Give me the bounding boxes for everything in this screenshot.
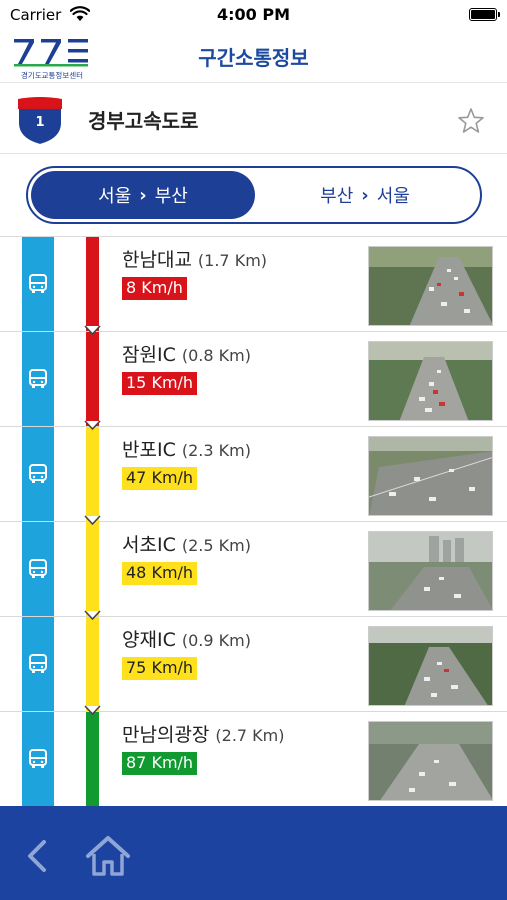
chevron-down-icon (84, 705, 101, 716)
favorite-star-icon[interactable] (457, 107, 485, 135)
chevron-down-icon (84, 610, 101, 621)
cctv-thumbnail[interactable] (368, 341, 493, 421)
cctv-image (369, 532, 492, 610)
congestion-segment (86, 427, 99, 522)
clock: 4:00 PM (216, 5, 290, 24)
cctv-image (369, 722, 492, 800)
section-distance: (2.7 Km) (215, 726, 285, 745)
direction-from: 부산 (320, 186, 354, 207)
chevron-right-icon: › (361, 184, 369, 206)
speed-badge: 87 Km/h (122, 752, 198, 775)
section-row[interactable]: 반포IC (2.3 Km) 47 Km/h (0, 426, 507, 522)
direction-to: 서울 (376, 186, 410, 207)
section-name: 만남의광장 (122, 724, 210, 746)
route-name: 경부고속도로 (88, 109, 199, 133)
route-header: 1 경부고속도로 (0, 82, 507, 154)
cctv-image (369, 627, 492, 705)
section-name: 반포IC (122, 439, 176, 461)
congestion-segment (86, 617, 99, 712)
page-title: 구간소통정보 (198, 46, 309, 70)
section-distance: (2.3 Km) (181, 441, 251, 460)
chevron-down-icon (84, 325, 101, 336)
cctv-thumbnail[interactable] (368, 531, 493, 611)
direction-seoul-to-busan[interactable]: 서울 › 부산 (31, 171, 255, 219)
bus-icon (29, 749, 47, 768)
congestion-segment (86, 237, 99, 332)
section-name: 양재IC (122, 629, 176, 651)
cctv-image (369, 342, 492, 420)
section-name: 한남대교 (122, 249, 192, 271)
home-icon[interactable] (84, 832, 132, 880)
cctv-thumbnail[interactable] (368, 246, 493, 326)
back-chevron-icon[interactable] (20, 836, 56, 876)
section-name-line: 양재IC (0.9 Km) (122, 625, 251, 652)
bottom-toolbar (0, 806, 507, 900)
section-row[interactable]: 잠원IC (0.8 Km) 15 Km/h (0, 331, 507, 427)
chevron-down-icon (84, 420, 101, 431)
section-name-line: 잠원IC (0.8 Km) (122, 340, 251, 367)
section-distance: (1.7 Km) (197, 251, 268, 270)
battery-icon (469, 8, 500, 21)
section-name-line: 서초IC (2.5 Km) (122, 530, 251, 557)
section-row[interactable]: 한남대교 (1.7 Km) 8 Km/h (0, 236, 507, 332)
speed-badge: 15 Km/h (122, 372, 198, 395)
section-name: 잠원IC (122, 344, 176, 366)
section-row[interactable]: 서초IC (2.5 Km) 48 Km/h (0, 521, 507, 617)
section-distance: (0.8 Km) (181, 346, 251, 365)
cctv-image (369, 247, 492, 325)
section-name-line: 한남대교 (1.7 Km) (122, 245, 267, 272)
direction-busan-to-seoul[interactable]: 부산 › 서울 (253, 171, 477, 219)
chevron-down-icon (84, 515, 101, 526)
congestion-segment (86, 522, 99, 617)
section-distance: (2.5 Km) (181, 536, 251, 555)
congestion-segment (86, 712, 99, 807)
direction-from: 서울 (98, 186, 132, 207)
speed-badge: 47 Km/h (122, 467, 198, 490)
cctv-thumbnail[interactable] (368, 626, 493, 706)
app-screen: Carrier 4:00 PM 경기도교통정보센터 구간소통정보 1 경부고속도… (0, 0, 507, 900)
speed-badge: 8 Km/h (122, 277, 187, 300)
cctv-thumbnail[interactable] (368, 436, 493, 516)
bus-icon (29, 559, 47, 578)
section-row[interactable]: 만남의광장 (2.7 Km) 87 Km/h (0, 711, 507, 807)
section-list: 한남대교 (1.7 Km) 8 Km/h 잠원IC (0.8 Km) 15 Km/h (0, 236, 507, 807)
section-name-line: 만남의광장 (2.7 Km) (122, 720, 285, 747)
direction-toggle: 서울 › 부산 부산 › 서울 (26, 166, 482, 224)
congestion-segment (86, 332, 99, 427)
route-number: 1 (35, 115, 45, 130)
bus-icon (29, 274, 47, 293)
app-header: 경기도교통정보센터 구간소통정보 (0, 30, 507, 82)
chevron-right-icon: › (139, 184, 147, 206)
section-row[interactable]: 양재IC (0.9 Km) 75 Km/h (0, 616, 507, 712)
bus-icon (29, 369, 47, 388)
section-distance: (0.9 Km) (181, 631, 251, 650)
direction-to: 부산 (154, 186, 188, 207)
cctv-thumbnail[interactable] (368, 721, 493, 801)
speed-badge: 75 Km/h (122, 657, 198, 680)
status-bar: Carrier 4:00 PM (0, 0, 507, 30)
section-name-line: 반포IC (2.3 Km) (122, 435, 251, 462)
cctv-image (369, 437, 492, 515)
bus-icon (29, 464, 47, 483)
logo-caption: 경기도교통정보센터 (20, 71, 84, 80)
section-name: 서초IC (122, 534, 176, 556)
bus-icon (29, 654, 47, 673)
speed-badge: 48 Km/h (122, 562, 198, 585)
